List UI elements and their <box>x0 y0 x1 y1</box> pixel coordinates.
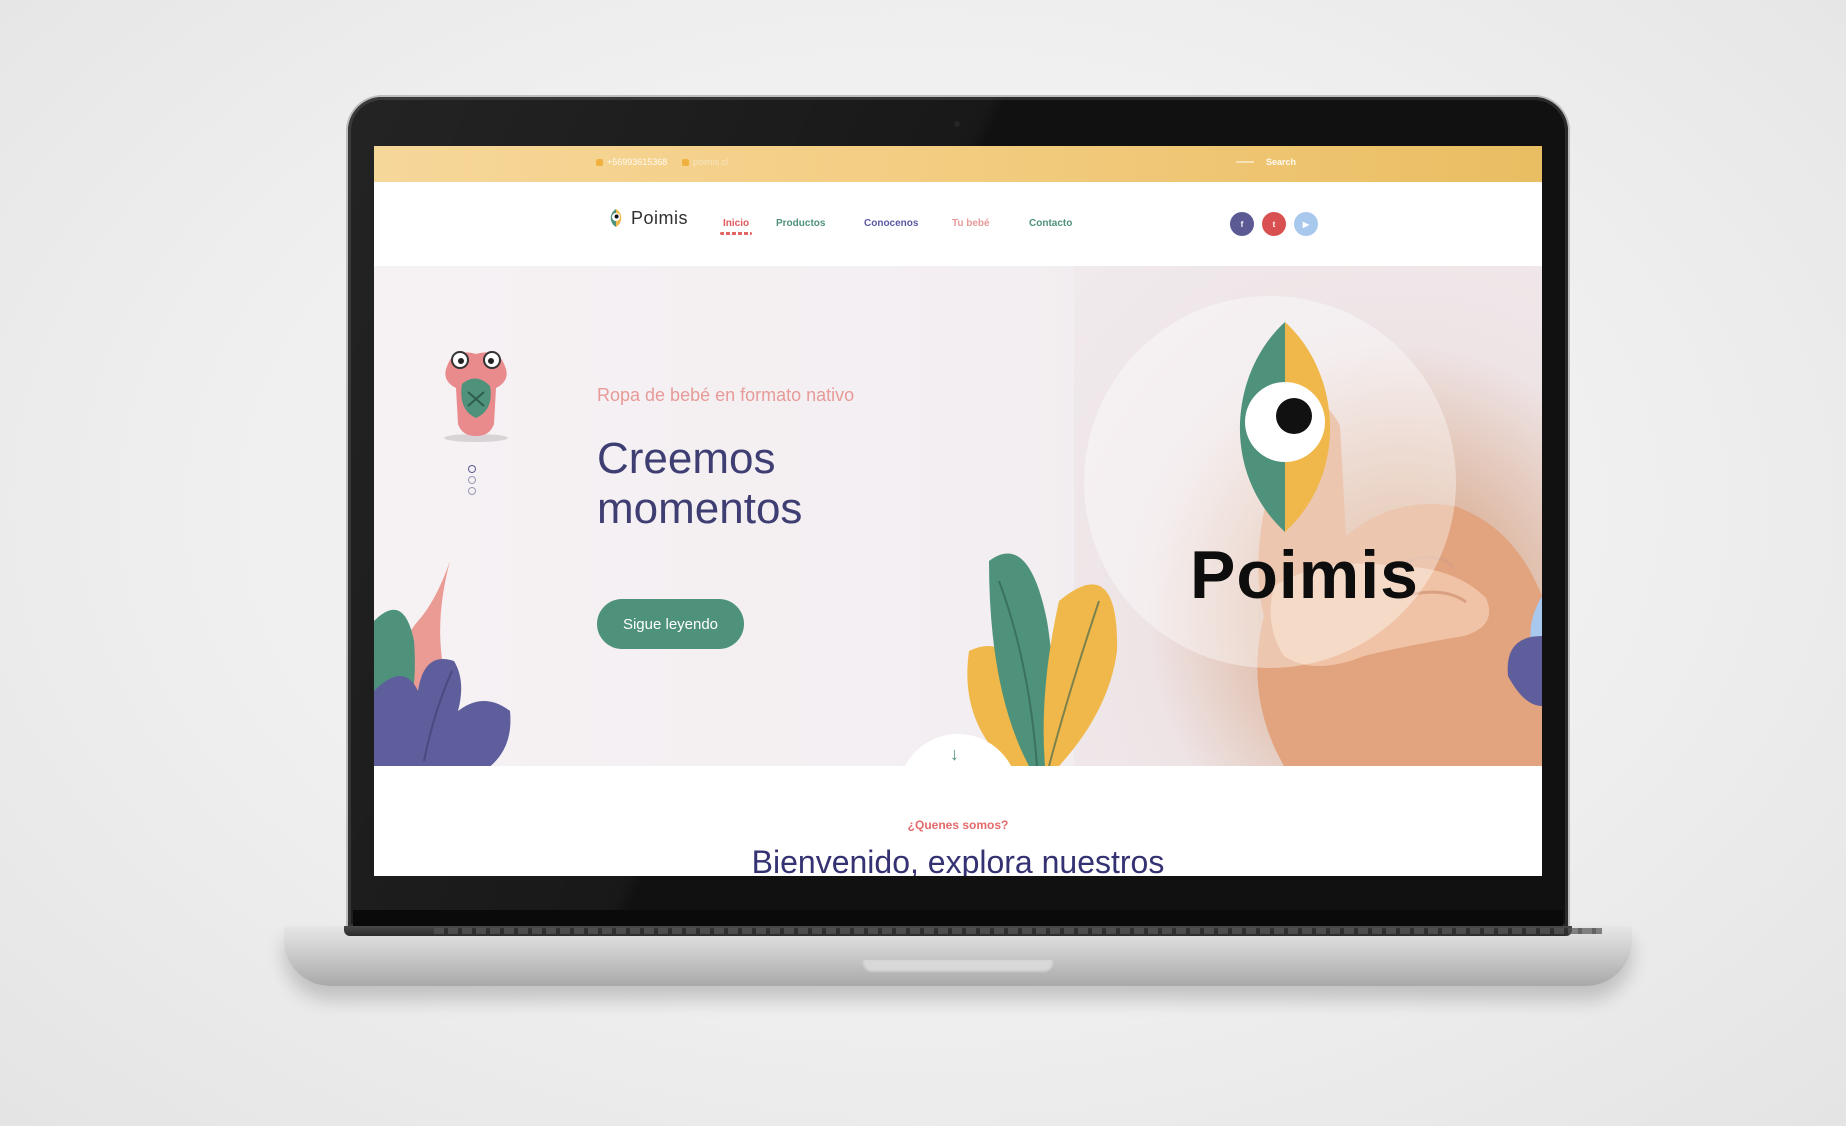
poimis-logo-icon <box>610 209 622 227</box>
youtube-icon[interactable]: ▶ <box>1294 212 1318 236</box>
about-title: Bienvenido, explora nuestros <box>751 844 1165 876</box>
nav-tu-bebe[interactable]: Tu bebé <box>952 218 990 229</box>
leaves-right-illustration <box>1507 596 1542 706</box>
mail-icon <box>682 158 689 166</box>
nav-productos[interactable]: Productos <box>776 218 825 229</box>
hero-title: Creemos momentos <box>597 434 802 534</box>
email-text: poimis.cl <box>693 157 729 167</box>
website-screen: +56993615368 poimis.cl Search Poimis Ini… <box>374 146 1542 876</box>
phone-icon <box>596 158 603 166</box>
hero-tagline: Ropa de bebé en formato nativo <box>597 385 855 405</box>
nav-inicio[interactable]: Inicio <box>719 218 753 235</box>
hero-section: Ropa de bebé en formato nativo Creemos m… <box>374 266 1542 766</box>
top-bar: +56993615368 poimis.cl Search <box>374 146 1542 182</box>
phone-contact[interactable]: +56993615368 <box>596 157 667 167</box>
laptop-base <box>284 926 1632 986</box>
leaves-left-illustration <box>374 561 511 766</box>
hero-title-line2: momentos <box>597 484 803 533</box>
navbar: Poimis Inicio Productos Conocenos Tu beb… <box>374 182 1542 266</box>
hero-title-line1: Creemos <box>597 434 776 483</box>
poimis-eye-logo-icon <box>1239 322 1331 532</box>
hero-logo-text: Poimis <box>1190 537 1419 613</box>
slider-dot-1[interactable] <box>468 465 476 473</box>
twitter-icon[interactable]: t <box>1262 212 1286 236</box>
nav-conocenos[interactable]: Conocenos <box>864 218 918 229</box>
mascot-illustration <box>444 351 508 442</box>
about-section: ¿Quenes somos? Bienvenido, explora nuest… <box>374 766 1542 876</box>
trackpad-notch <box>862 960 1054 974</box>
leaves-middle-illustration <box>967 553 1118 766</box>
search-label: Search <box>1266 157 1297 167</box>
slider-dot-2[interactable] <box>468 476 476 484</box>
webcam <box>954 121 960 127</box>
about-kicker: ¿Quenes somos? <box>907 818 1009 832</box>
email-contact[interactable]: poimis.cl <box>682 157 728 167</box>
nav-contacto[interactable]: Contacto <box>1029 218 1072 229</box>
scroll-down-arrow-icon[interactable]: ↓ <box>950 744 959 765</box>
slider-dot-3[interactable] <box>468 487 476 495</box>
search-field-line <box>1236 161 1254 163</box>
cta-button[interactable]: Sigue leyendo <box>597 599 744 649</box>
brand-name: Poimis <box>631 207 689 228</box>
facebook-icon[interactable]: f <box>1230 212 1254 236</box>
brand-logo[interactable]: Poimis <box>605 207 688 229</box>
search-box[interactable]: Search <box>1236 157 1296 167</box>
phone-text: +56993615368 <box>607 157 668 167</box>
